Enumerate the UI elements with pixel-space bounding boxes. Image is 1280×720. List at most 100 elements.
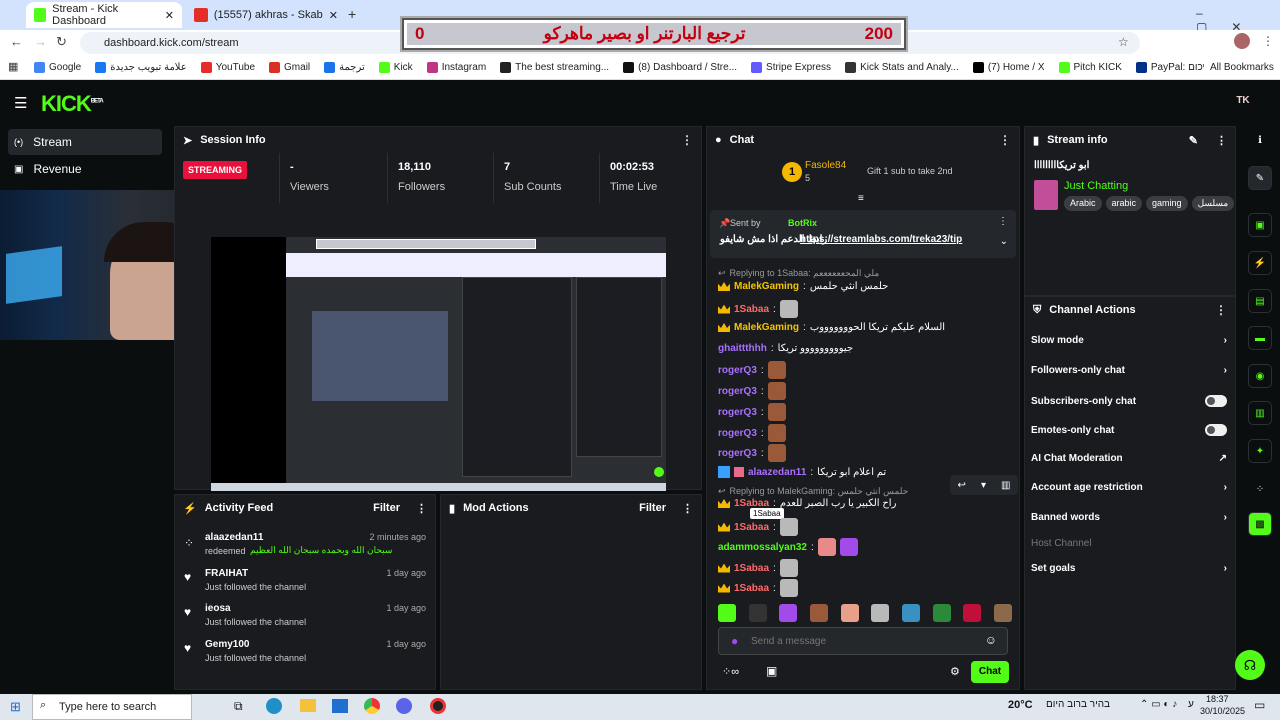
bolt-icon[interactable]: ⚡ bbox=[1248, 251, 1272, 275]
forward-icon[interactable]: → bbox=[34, 34, 47, 49]
points-icon[interactable]: ⁘ bbox=[1248, 477, 1272, 501]
sidebar-item-revenue[interactable]: ▣ Revenue bbox=[8, 156, 162, 182]
action-host-channel[interactable]: Host Channel bbox=[1031, 538, 1227, 549]
reply-icon[interactable]: ↩ bbox=[958, 480, 966, 491]
tag[interactable]: مسلسل bbox=[1191, 196, 1235, 211]
more-icon[interactable]: ⋮ bbox=[1215, 303, 1227, 317]
document-icon[interactable]: ▤ bbox=[1248, 289, 1272, 313]
chat-message[interactable]: MalekGaming: السلام عليكم تريكا الحوووووو… bbox=[718, 322, 945, 333]
tab-close-icon[interactable]: ✕ bbox=[165, 9, 174, 22]
points-icon[interactable]: ⁘∞ bbox=[722, 665, 739, 678]
target-icon[interactable]: ▣ bbox=[1248, 213, 1272, 237]
edit-icon[interactable]: ✎ bbox=[1248, 166, 1272, 190]
chat-message[interactable]: 1Sabaa: bbox=[718, 300, 798, 318]
menu-icon[interactable]: ⋮ bbox=[1262, 34, 1274, 48]
chat-message[interactable]: ghaittthhh: جيووووووووو تريكا bbox=[718, 343, 853, 354]
chat-message[interactable]: rogerQ3: bbox=[718, 444, 786, 462]
pin-icon[interactable]: ▾ bbox=[981, 480, 986, 491]
profile-avatar[interactable] bbox=[1234, 33, 1250, 49]
chat-message[interactable]: MalekGaming: حلمس انثي حلمس bbox=[718, 281, 888, 292]
chat-icon[interactable]: ▬ bbox=[1248, 326, 1272, 350]
emote-icon[interactable] bbox=[718, 604, 736, 622]
windows-start-icon[interactable]: ⊞ bbox=[10, 699, 21, 715]
bookmark-item[interactable]: (7) Home / X bbox=[972, 62, 1045, 73]
bookmark-star-icon[interactable]: ☆ bbox=[1118, 35, 1129, 49]
more-icon[interactable]: ⋮ bbox=[1216, 134, 1227, 147]
collapse-icon[interactable]: ≡ bbox=[858, 193, 864, 204]
bookmark-item[interactable]: Instagram bbox=[426, 62, 486, 73]
chat-message[interactable]: rogerQ3: bbox=[718, 361, 786, 379]
taskbar-search[interactable]: Type here to search bbox=[32, 694, 192, 720]
chat-message[interactable]: rogerQ3: bbox=[718, 403, 786, 421]
chevron-down-icon[interactable]: ⌄ bbox=[1000, 236, 1008, 247]
hamburger-icon[interactable]: ☰ bbox=[14, 94, 27, 112]
new-tab-icon[interactable]: + bbox=[348, 6, 356, 22]
bookmark-item[interactable]: PayPal: סיכום bbox=[1135, 62, 1212, 73]
tray-icons[interactable]: ⌃ ▭ ◐ ♪ bbox=[1140, 699, 1177, 710]
emote-icon[interactable] bbox=[963, 604, 982, 622]
chat-settings-icon[interactable]: ⚙ bbox=[950, 665, 960, 678]
emote-icon[interactable] bbox=[748, 604, 767, 622]
chat-message[interactable]: alaazedan11: تم اعلام ابو تريكا bbox=[718, 466, 886, 478]
action-ai-moderation[interactable]: AI Chat Moderation ↗ bbox=[1031, 453, 1227, 464]
more-icon[interactable]: ⋮ bbox=[998, 216, 1008, 227]
apps-icon[interactable]: ▦ bbox=[8, 60, 18, 73]
info-icon[interactable]: ℹ bbox=[1248, 128, 1272, 152]
bookmark-item[interactable]: Pitch KICK bbox=[1058, 62, 1122, 73]
emote-icon[interactable] bbox=[901, 604, 920, 622]
emoji-icon[interactable]: ☺ bbox=[985, 633, 997, 647]
category-name[interactable]: Just Chatting bbox=[1064, 180, 1128, 192]
bookmark-item[interactable]: (8) Dashboard / Stre... bbox=[623, 62, 737, 73]
sidebar-item-stream[interactable]: (•) Stream bbox=[8, 129, 162, 155]
edge-icon[interactable] bbox=[266, 698, 282, 714]
bookmark-item[interactable]: YouTube bbox=[200, 62, 255, 73]
support-button[interactable]: ☊ bbox=[1235, 650, 1265, 680]
edit-icon[interactable]: ✎ bbox=[1189, 134, 1198, 147]
bookmark-item[interactable]: ترجمة bbox=[324, 62, 365, 73]
mic-icon[interactable]: ● bbox=[731, 634, 738, 648]
more-icon[interactable]: ⋮ bbox=[999, 133, 1011, 147]
broadcast-icon[interactable]: ◉ bbox=[1248, 364, 1272, 388]
tag[interactable]: Arabic bbox=[1064, 196, 1102, 211]
action-subscribers-only[interactable]: Subscribers-only chat bbox=[1031, 395, 1227, 407]
tag[interactable]: arabic bbox=[1105, 196, 1143, 211]
bookmark-item[interactable]: The best streaming... bbox=[500, 62, 609, 73]
explorer-icon[interactable] bbox=[300, 699, 316, 712]
obs-icon[interactable] bbox=[430, 698, 446, 714]
bookmark-item[interactable]: Kick bbox=[378, 62, 413, 73]
bookmark-item[interactable]: Kick Stats and Analy... bbox=[845, 62, 959, 73]
wrench-icon[interactable]: ✦ bbox=[1248, 439, 1272, 463]
action-emotes-only[interactable]: Emotes-only chat bbox=[1031, 424, 1227, 436]
bookmark-item[interactable]: Stripe Express bbox=[751, 62, 831, 73]
clock-time[interactable]: 18:37 bbox=[1206, 694, 1229, 704]
emote-icon[interactable] bbox=[932, 604, 951, 622]
pinned-link[interactable]: https://streamlabs.com/treka23/tip bbox=[800, 234, 962, 245]
gift-user[interactable]: Fasole84 bbox=[805, 160, 846, 171]
clock-date[interactable]: 30/10/2025 bbox=[1200, 706, 1245, 716]
send-chat-button[interactable]: Chat bbox=[971, 661, 1009, 683]
discord-icon[interactable] bbox=[396, 698, 412, 714]
notification-icon[interactable]: ▭ bbox=[1254, 698, 1265, 712]
task-view-icon[interactable]: ⧉ bbox=[234, 699, 243, 714]
emote-icon[interactable] bbox=[840, 604, 859, 622]
more-icon[interactable]: ⋮ bbox=[416, 502, 427, 515]
chat-message[interactable]: 1Sabaa: bbox=[718, 579, 798, 597]
weather-temp[interactable]: 20°C bbox=[1008, 699, 1033, 711]
chat-message[interactable]: adammossalyan32: bbox=[718, 538, 858, 556]
chat-message[interactable]: 1Sabaa: bbox=[718, 559, 798, 577]
emote-icon[interactable] bbox=[779, 604, 798, 622]
more-icon[interactable]: ⋮ bbox=[681, 133, 693, 147]
tab-youtube[interactable]: (15557) akhras - Skaba (Offi ✕ bbox=[186, 2, 346, 28]
emote-icon[interactable] bbox=[871, 604, 890, 622]
chat-input[interactable] bbox=[751, 632, 971, 650]
chat-message[interactable]: 1Sabaa: bbox=[718, 518, 798, 536]
filter-button[interactable]: Filter bbox=[373, 502, 400, 514]
bookmark-item[interactable]: علامة تبويب جديدة bbox=[95, 62, 187, 73]
stream-preview[interactable] bbox=[211, 237, 666, 491]
mail-icon[interactable] bbox=[332, 699, 348, 713]
bookmark-item[interactable]: Gmail bbox=[269, 62, 310, 73]
layout-icon[interactable]: ▥ bbox=[1248, 401, 1272, 425]
chat-message[interactable]: rogerQ3: bbox=[718, 424, 786, 442]
more-icon[interactable]: ⋮ bbox=[682, 502, 693, 515]
tab-kick-dashboard[interactable]: Stream - Kick Dashboard ✕ bbox=[26, 2, 182, 28]
